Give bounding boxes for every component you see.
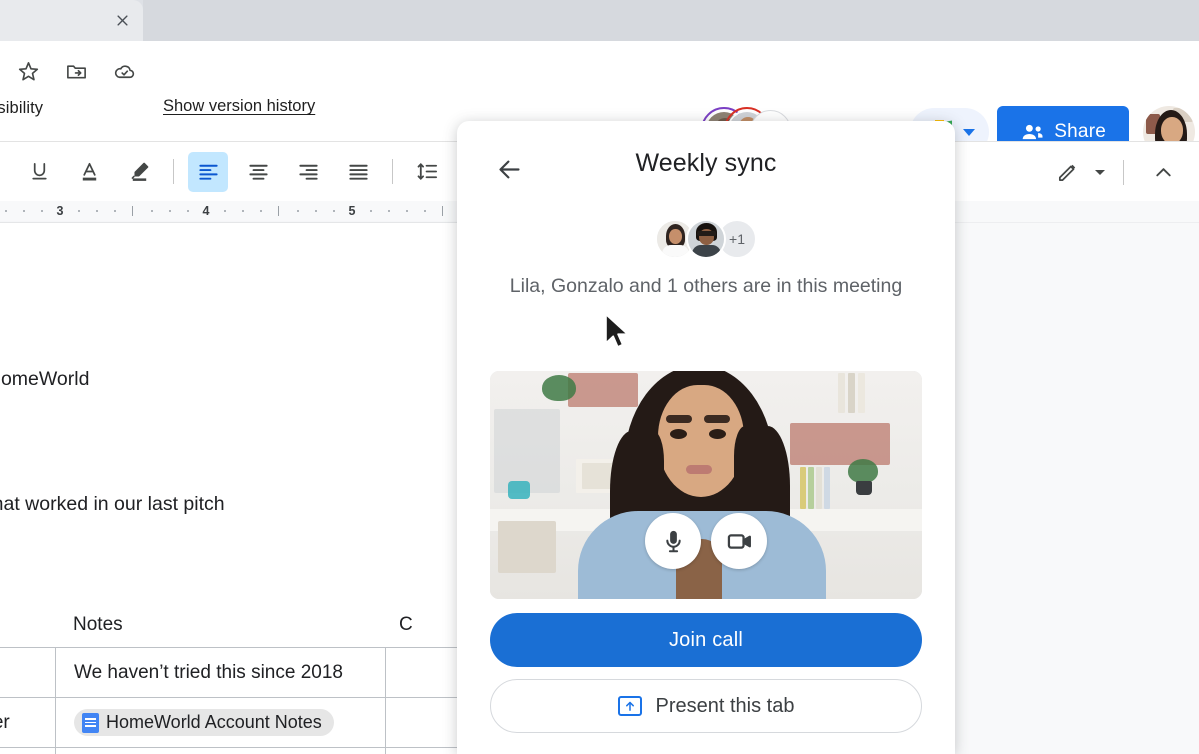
line-spacing-button[interactable] (407, 152, 447, 192)
close-icon[interactable] (110, 8, 134, 32)
document-paragraph-text: for what worked in our last pitch (0, 493, 225, 515)
align-right-button[interactable] (288, 152, 328, 192)
move-to-folder-icon[interactable] (62, 57, 90, 85)
text-color-button[interactable] (69, 152, 109, 192)
join-call-label: Join call (668, 628, 744, 651)
share-button-label: Share (1054, 121, 1106, 142)
toolbar-right-cluster (1042, 142, 1193, 202)
present-screen-icon (617, 696, 642, 716)
smart-chip-label: HomeWorld Account Notes (106, 712, 322, 732)
justify-button[interactable] (338, 152, 378, 192)
participants-summary: Lila, Gonzalo and 1 others are in this m… (509, 275, 903, 297)
align-left-button[interactable] (188, 151, 228, 192)
mouse-pointer (604, 313, 630, 349)
camera-toggle[interactable] (711, 513, 767, 569)
meet-panel-header: Weekly sync (457, 121, 955, 216)
table-cell-notes: We haven’t tried this since 2018 (55, 647, 385, 698)
table-cell-notes: HomeWorld Account Notes (55, 697, 385, 748)
chevron-up-icon[interactable] (1143, 152, 1183, 192)
screen-root: Accessibility Show version history (0, 0, 1199, 754)
table-cell-c1: together (0, 711, 10, 733)
participant-avatar-gonzalo[interactable] (686, 219, 726, 259)
present-this-tab-button[interactable]: Present this tab (490, 679, 922, 733)
join-call-button[interactable]: Join call (490, 613, 922, 667)
pencil-icon[interactable] (1047, 152, 1087, 192)
toolbar-divider (173, 159, 174, 184)
align-center-button[interactable] (238, 152, 278, 192)
show-version-history-link[interactable]: Show version history (163, 97, 315, 116)
google-docs-icon (82, 712, 99, 733)
chevron-down-icon[interactable] (1095, 169, 1105, 175)
present-this-tab-label: Present this tab (655, 694, 795, 717)
toolbar-divider-3 (1123, 159, 1124, 185)
self-view-video-preview[interactable] (490, 371, 922, 599)
cloud-saved-icon[interactable] (110, 57, 138, 85)
tab-strip-empty-area[interactable] (143, 0, 1199, 41)
video-preview-controls (490, 513, 922, 569)
document-heading: paign Work for HomeWorld (0, 368, 90, 390)
table-cell-notes (55, 747, 385, 754)
ruler-number-5: 5 (348, 204, 356, 218)
doc-smart-chip[interactable]: HomeWorld Account Notes (74, 709, 334, 736)
star-icon[interactable] (14, 57, 42, 85)
microphone-toggle[interactable] (645, 513, 701, 569)
menu-item-accessibility[interactable]: Accessibility (0, 97, 51, 120)
table-header-notes: Notes (73, 614, 123, 635)
menu-bar: Accessibility (0, 97, 51, 120)
toolbar-divider-2 (392, 159, 393, 184)
ruler-number-3: 3 (56, 204, 64, 218)
meet-side-panel: Weekly sync +1 Lila, Gonzalo and 1 other… (457, 121, 955, 754)
underline-button[interactable] (19, 152, 59, 192)
document-paragraph: 2019for what worked in our last pitch (0, 493, 225, 516)
doc-quick-actions (14, 57, 138, 85)
meeting-title: Weekly sync (635, 149, 777, 177)
chevron-down-icon[interactable] (963, 128, 976, 136)
table-header-c: C (399, 614, 413, 635)
browser-tab-strip (0, 0, 1199, 41)
participant-avatars: +1 (457, 216, 955, 262)
ruler-number-4: 4 (202, 204, 210, 218)
highlight-color-button[interactable] (119, 152, 159, 192)
table-cell-c1: rtical (0, 662, 55, 684)
